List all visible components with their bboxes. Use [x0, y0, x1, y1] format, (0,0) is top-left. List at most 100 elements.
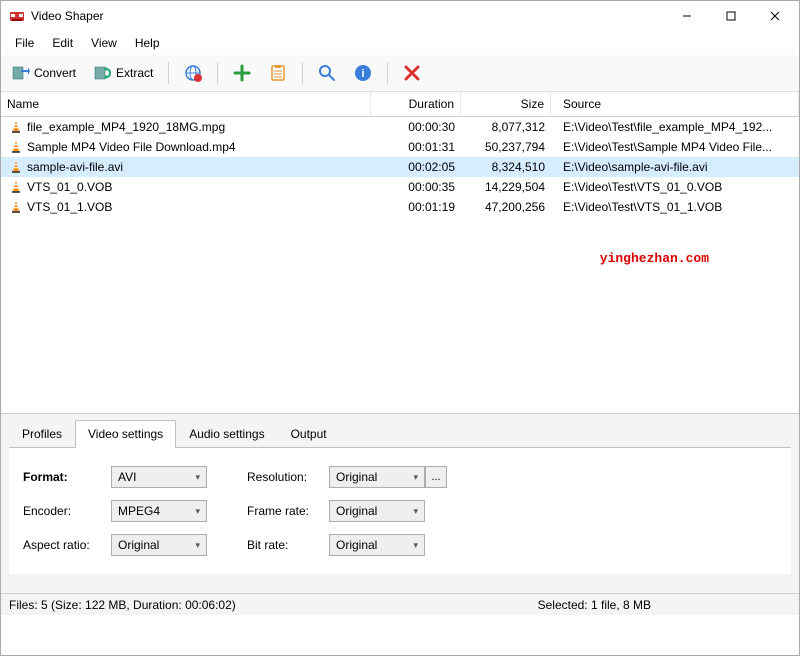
- toolbar-separator: [168, 62, 169, 84]
- clipboard-icon: [269, 64, 287, 82]
- video-file-icon: [9, 160, 23, 174]
- video-file-icon: [9, 140, 23, 154]
- convert-icon: [12, 64, 30, 82]
- chevron-down-icon: ▾: [413, 472, 418, 483]
- video-file-icon: [9, 120, 23, 134]
- menu-view[interactable]: View: [83, 33, 125, 53]
- watermark-text: yinghezhan.com: [600, 251, 709, 266]
- file-source: E:\Video\Test\VTS_01_1.VOB: [551, 198, 799, 216]
- file-size: 50,237,794: [461, 138, 551, 156]
- resolution-select[interactable]: Original▾: [329, 466, 425, 488]
- toolbar-separator: [217, 62, 218, 84]
- file-list[interactable]: yinghezhan.com file_example_MP4_1920_18M…: [1, 117, 799, 413]
- format-label: Format:: [23, 470, 111, 484]
- search-icon: [318, 64, 336, 82]
- svg-text:i: i: [362, 68, 365, 80]
- paste-button[interactable]: [262, 59, 294, 87]
- file-source: E:\Video\Test\Sample MP4 Video File...: [551, 138, 799, 156]
- file-duration: 00:00:35: [371, 178, 461, 196]
- titlebar: Video Shaper: [1, 1, 799, 31]
- extract-button[interactable]: Extract: [87, 59, 160, 87]
- toolbar-separator: [302, 62, 303, 84]
- column-source[interactable]: Source: [551, 92, 799, 116]
- file-duration: 00:02:05: [371, 158, 461, 176]
- file-size: 8,077,312: [461, 118, 551, 136]
- toolbar: Convert Extract i: [1, 55, 799, 92]
- close-icon: [403, 64, 421, 82]
- menu-file[interactable]: File: [7, 33, 42, 53]
- toolbar-separator: [387, 62, 388, 84]
- aspect-select[interactable]: Original▾: [111, 534, 207, 556]
- file-size: 47,200,256: [461, 198, 551, 216]
- tab-output[interactable]: Output: [278, 420, 340, 447]
- tab-profiles[interactable]: Profiles: [9, 420, 75, 447]
- tab-audio-settings[interactable]: Audio settings: [176, 420, 277, 447]
- column-size[interactable]: Size: [461, 92, 551, 116]
- file-row[interactable]: VTS_01_1.VOB 00:01:1947,200,256E:\Video\T…: [1, 197, 799, 217]
- tab-video-settings[interactable]: Video settings: [75, 420, 176, 448]
- file-list-header: Name Duration Size Source: [1, 92, 799, 117]
- file-duration: 00:01:31: [371, 138, 461, 156]
- column-duration[interactable]: Duration: [371, 92, 461, 116]
- extract-icon: [94, 64, 112, 82]
- extract-label: Extract: [116, 66, 153, 80]
- column-name[interactable]: Name: [1, 92, 371, 116]
- close-button[interactable]: [753, 2, 797, 30]
- file-size: 14,229,504: [461, 178, 551, 196]
- status-selection-summary: Selected: 1 file, 8 MB: [538, 598, 651, 612]
- plus-icon: [233, 64, 251, 82]
- framerate-select[interactable]: Original▾: [329, 500, 425, 522]
- settings-panel: Profiles Video settings Audio settings O…: [1, 413, 799, 593]
- file-row[interactable]: sample-avi-file.avi00:02:058,324,510E:\V…: [1, 157, 799, 177]
- info-button[interactable]: i: [347, 59, 379, 87]
- download-button[interactable]: [177, 59, 209, 87]
- file-name: VTS_01_1.VOB: [27, 200, 112, 214]
- chevron-down-icon: ▾: [195, 540, 200, 551]
- resolution-label: Resolution:: [247, 470, 329, 484]
- status-files-summary: Files: 5 (Size: 122 MB, Duration: 00:06:…: [9, 598, 236, 612]
- aspect-label: Aspect ratio:: [23, 538, 111, 552]
- chevron-down-icon: ▾: [413, 506, 418, 517]
- bitrate-select[interactable]: Original▾: [329, 534, 425, 556]
- window-controls: [665, 2, 797, 30]
- file-source: E:\Video\Test\file_example_MP4_192...: [551, 118, 799, 136]
- resolution-more-button[interactable]: ...: [425, 466, 447, 488]
- menubar: File Edit View Help: [1, 31, 799, 55]
- menu-help[interactable]: Help: [127, 33, 168, 53]
- file-source: E:\Video\Test\VTS_01_0.VOB: [551, 178, 799, 196]
- video-settings-body: Format: AVI▾ Resolution: Original▾ ... E…: [9, 447, 791, 574]
- format-select[interactable]: AVI▾: [111, 466, 207, 488]
- menu-edit[interactable]: Edit: [44, 33, 81, 53]
- file-row[interactable]: file_example_MP4_1920_18MG.mpg 00:00:308,…: [1, 117, 799, 137]
- file-name: Sample MP4 Video File Download.mp4: [27, 140, 236, 154]
- framerate-label: Frame rate:: [247, 504, 329, 518]
- encoder-label: Encoder:: [23, 504, 111, 518]
- convert-button[interactable]: Convert: [5, 59, 83, 87]
- file-source: E:\Video\sample-avi-file.avi: [551, 158, 799, 176]
- app-icon: [9, 8, 25, 24]
- maximize-button[interactable]: [709, 2, 753, 30]
- info-icon: i: [354, 64, 372, 82]
- chevron-down-icon: ▾: [195, 506, 200, 517]
- window-title: Video Shaper: [31, 9, 665, 23]
- video-file-icon: [9, 200, 23, 214]
- minimize-button[interactable]: [665, 2, 709, 30]
- convert-label: Convert: [34, 66, 76, 80]
- tab-strip: Profiles Video settings Audio settings O…: [1, 414, 799, 447]
- add-button[interactable]: [226, 59, 258, 87]
- file-duration: 00:01:19: [371, 198, 461, 216]
- search-button[interactable]: [311, 59, 343, 87]
- encoder-select[interactable]: MPEG4▾: [111, 500, 207, 522]
- file-size: 8,324,510: [461, 158, 551, 176]
- file-name: file_example_MP4_1920_18MG.mpg: [27, 120, 225, 134]
- chevron-down-icon: ▾: [195, 472, 200, 483]
- remove-button[interactable]: [396, 59, 428, 87]
- file-row[interactable]: VTS_01_0.VOB 00:00:3514,229,504E:\Video\T…: [1, 177, 799, 197]
- globe-download-icon: [184, 64, 202, 82]
- video-file-icon: [9, 180, 23, 194]
- status-bar: Files: 5 (Size: 122 MB, Duration: 00:06:…: [1, 593, 799, 615]
- file-duration: 00:00:30: [371, 118, 461, 136]
- file-name: VTS_01_0.VOB: [27, 180, 112, 194]
- file-row[interactable]: Sample MP4 Video File Download.mp4 00:01:…: [1, 137, 799, 157]
- chevron-down-icon: ▾: [413, 540, 418, 551]
